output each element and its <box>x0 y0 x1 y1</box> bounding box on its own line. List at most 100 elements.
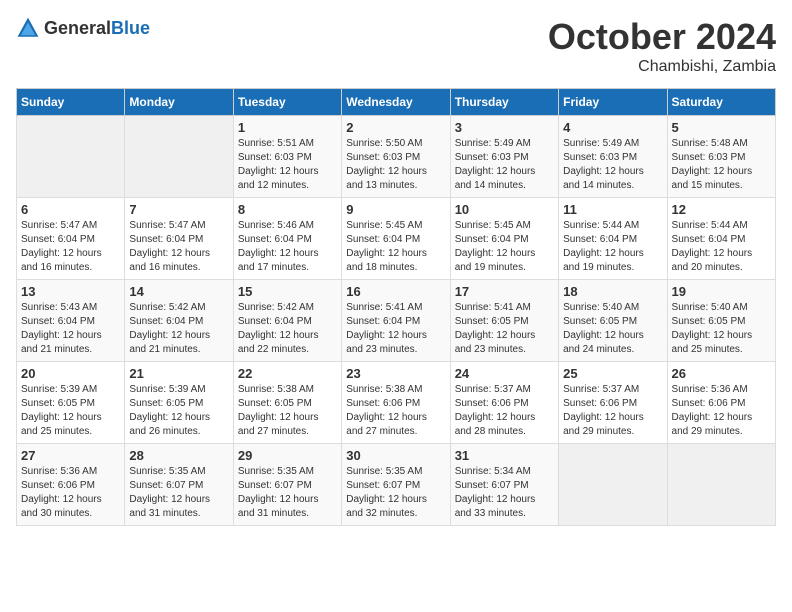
calendar-day-cell: 9 Sunrise: 5:45 AM Sunset: 6:04 PM Daylig… <box>342 198 450 280</box>
day-info: Sunrise: 5:43 AM Sunset: 6:04 PM Dayligh… <box>21 301 120 357</box>
calendar-day-cell: 15Sunrise: 5:42 AM Sunset: 6:04 PM Dayli… <box>233 280 341 362</box>
day-info: Sunrise: 5:39 AM Sunset: 6:05 PM Dayligh… <box>21 383 120 439</box>
day-info: Sunrise: 5:41 AM Sunset: 6:04 PM Dayligh… <box>346 301 445 357</box>
calendar-day-cell: 25 Sunrise: 5:37 AM Sunset: 6:06 PM Dayli… <box>559 362 667 444</box>
day-number: 25 <box>563 366 662 381</box>
calendar-week-row: 20 Sunrise: 5:39 AM Sunset: 6:05 PM Dayli… <box>17 362 776 444</box>
day-number: 29 <box>238 448 337 463</box>
day-number: 26 <box>672 366 771 381</box>
calendar-day-cell: 13 Sunrise: 5:43 AM Sunset: 6:04 PM Dayli… <box>17 280 125 362</box>
day-number: 22 <box>238 366 337 381</box>
day-info: Sunrise: 5:42 AM Sunset: 6:04 PM Dayligh… <box>129 301 228 357</box>
day-number: 4 <box>563 120 662 135</box>
page-header: GeneralBlue October 2024 Chambishi, Zamb… <box>16 16 776 76</box>
day-number: 18 <box>563 284 662 299</box>
day-number: 6 <box>21 202 120 217</box>
month-title: October 2024 <box>548 16 776 58</box>
weekday-header-cell: Tuesday <box>233 89 341 116</box>
calendar-day-cell: 14 Sunrise: 5:42 AM Sunset: 6:04 PM Dayli… <box>125 280 233 362</box>
day-number: 30 <box>346 448 445 463</box>
day-number: 27 <box>21 448 120 463</box>
day-number: 7 <box>129 202 228 217</box>
day-number: 5 <box>672 120 771 135</box>
day-info: Sunrise: 5:42 AM Sunset: 6:04 PM Dayligh… <box>238 301 337 357</box>
logo-blue-text: Blue <box>111 18 150 38</box>
day-info: Sunrise: 5:48 AM Sunset: 6:03 PM Dayligh… <box>672 137 771 193</box>
calendar-week-row: 6 Sunrise: 5:47 AM Sunset: 6:04 PM Daylig… <box>17 198 776 280</box>
calendar-body: 1 Sunrise: 5:51 AM Sunset: 6:03 PM Daylig… <box>17 116 776 526</box>
calendar-day-cell: 2 Sunrise: 5:50 AM Sunset: 6:03 PM Daylig… <box>342 116 450 198</box>
day-number: 1 <box>238 120 337 135</box>
calendar-day-cell: 22 Sunrise: 5:38 AM Sunset: 6:05 PM Dayli… <box>233 362 341 444</box>
day-number: 14 <box>129 284 228 299</box>
day-number: 23 <box>346 366 445 381</box>
day-info: Sunrise: 5:41 AM Sunset: 6:05 PM Dayligh… <box>455 301 554 357</box>
day-number: 8 <box>238 202 337 217</box>
day-info: Sunrise: 5:49 AM Sunset: 6:03 PM Dayligh… <box>455 137 554 193</box>
day-info: Sunrise: 5:39 AM Sunset: 6:05 PM Dayligh… <box>129 383 228 439</box>
weekday-header-cell: Friday <box>559 89 667 116</box>
day-number: 9 <box>346 202 445 217</box>
calendar-day-cell: 26 Sunrise: 5:36 AM Sunset: 6:06 PM Dayli… <box>667 362 775 444</box>
day-info: Sunrise: 5:35 AM Sunset: 6:07 PM Dayligh… <box>238 465 337 521</box>
day-number: 16 <box>346 284 445 299</box>
day-number: 17 <box>455 284 554 299</box>
day-info: Sunrise: 5:36 AM Sunset: 6:06 PM Dayligh… <box>672 383 771 439</box>
calendar-day-cell: 16 Sunrise: 5:41 AM Sunset: 6:04 PM Dayli… <box>342 280 450 362</box>
calendar-day-cell: 6Sunrise: 5:47 AM Sunset: 6:04 PM Daylig… <box>17 198 125 280</box>
calendar-day-cell: 19Sunrise: 5:40 AM Sunset: 6:05 PM Dayli… <box>667 280 775 362</box>
calendar-week-row: 13 Sunrise: 5:43 AM Sunset: 6:04 PM Dayli… <box>17 280 776 362</box>
calendar-day-cell <box>559 444 667 526</box>
calendar-week-row: 27 Sunrise: 5:36 AM Sunset: 6:06 PM Dayli… <box>17 444 776 526</box>
logo-icon <box>16 16 40 40</box>
calendar-day-cell: 7 Sunrise: 5:47 AM Sunset: 6:04 PM Daylig… <box>125 198 233 280</box>
calendar-day-cell: 29 Sunrise: 5:35 AM Sunset: 6:07 PM Dayli… <box>233 444 341 526</box>
calendar-day-cell: 10Sunrise: 5:45 AM Sunset: 6:04 PM Dayli… <box>450 198 558 280</box>
calendar-day-cell: 1 Sunrise: 5:51 AM Sunset: 6:03 PM Daylig… <box>233 116 341 198</box>
weekday-header-cell: Wednesday <box>342 89 450 116</box>
calendar-day-cell: 23Sunrise: 5:38 AM Sunset: 6:06 PM Dayli… <box>342 362 450 444</box>
day-info: Sunrise: 5:45 AM Sunset: 6:04 PM Dayligh… <box>346 219 445 275</box>
day-number: 11 <box>563 202 662 217</box>
day-number: 21 <box>129 366 228 381</box>
day-number: 31 <box>455 448 554 463</box>
day-info: Sunrise: 5:37 AM Sunset: 6:06 PM Dayligh… <box>455 383 554 439</box>
calendar-day-cell: 18 Sunrise: 5:40 AM Sunset: 6:05 PM Dayli… <box>559 280 667 362</box>
calendar-day-cell <box>17 116 125 198</box>
day-info: Sunrise: 5:46 AM Sunset: 6:04 PM Dayligh… <box>238 219 337 275</box>
day-info: Sunrise: 5:47 AM Sunset: 6:04 PM Dayligh… <box>129 219 228 275</box>
logo-general-text: General <box>44 18 111 38</box>
day-number: 12 <box>672 202 771 217</box>
day-number: 13 <box>21 284 120 299</box>
day-info: Sunrise: 5:44 AM Sunset: 6:04 PM Dayligh… <box>672 219 771 275</box>
day-info: Sunrise: 5:35 AM Sunset: 6:07 PM Dayligh… <box>346 465 445 521</box>
calendar-day-cell: 28Sunrise: 5:35 AM Sunset: 6:07 PM Dayli… <box>125 444 233 526</box>
day-info: Sunrise: 5:37 AM Sunset: 6:06 PM Dayligh… <box>563 383 662 439</box>
logo: GeneralBlue <box>16 16 150 40</box>
day-info: Sunrise: 5:34 AM Sunset: 6:07 PM Dayligh… <box>455 465 554 521</box>
location-title: Chambishi, Zambia <box>548 58 776 76</box>
day-info: Sunrise: 5:38 AM Sunset: 6:05 PM Dayligh… <box>238 383 337 439</box>
day-info: Sunrise: 5:40 AM Sunset: 6:05 PM Dayligh… <box>672 301 771 357</box>
weekday-header-row: SundayMondayTuesdayWednesdayThursdayFrid… <box>17 89 776 116</box>
day-number: 10 <box>455 202 554 217</box>
day-number: 28 <box>129 448 228 463</box>
calendar-day-cell: 30 Sunrise: 5:35 AM Sunset: 6:07 PM Dayli… <box>342 444 450 526</box>
day-number: 20 <box>21 366 120 381</box>
day-number: 3 <box>455 120 554 135</box>
day-info: Sunrise: 5:40 AM Sunset: 6:05 PM Dayligh… <box>563 301 662 357</box>
calendar-day-cell: 24 Sunrise: 5:37 AM Sunset: 6:06 PM Dayli… <box>450 362 558 444</box>
day-info: Sunrise: 5:50 AM Sunset: 6:03 PM Dayligh… <box>346 137 445 193</box>
day-info: Sunrise: 5:49 AM Sunset: 6:03 PM Dayligh… <box>563 137 662 193</box>
day-info: Sunrise: 5:51 AM Sunset: 6:03 PM Dayligh… <box>238 137 337 193</box>
calendar-day-cell: 3 Sunrise: 5:49 AM Sunset: 6:03 PM Daylig… <box>450 116 558 198</box>
title-block: October 2024 Chambishi, Zambia <box>548 16 776 76</box>
calendar-day-cell: 21 Sunrise: 5:39 AM Sunset: 6:05 PM Dayli… <box>125 362 233 444</box>
weekday-header-cell: Saturday <box>667 89 775 116</box>
day-info: Sunrise: 5:36 AM Sunset: 6:06 PM Dayligh… <box>21 465 120 521</box>
calendar-table: SundayMondayTuesdayWednesdayThursdayFrid… <box>16 88 776 526</box>
weekday-header-cell: Thursday <box>450 89 558 116</box>
day-number: 24 <box>455 366 554 381</box>
calendar-day-cell: 8 Sunrise: 5:46 AM Sunset: 6:04 PM Daylig… <box>233 198 341 280</box>
day-number: 2 <box>346 120 445 135</box>
